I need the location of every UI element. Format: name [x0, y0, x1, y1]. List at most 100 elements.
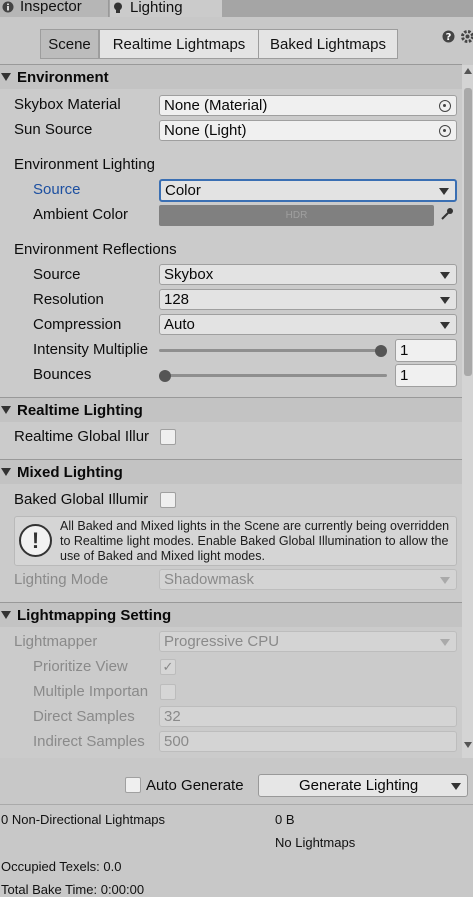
occupied-texels: Occupied Texels: 0.0 — [1, 859, 122, 874]
lightmapper-dropdown[interactable]: Progressive CPU — [159, 631, 457, 652]
scroll-up-icon[interactable] — [464, 68, 472, 74]
env-source-dropdown[interactable]: Color — [159, 179, 457, 202]
chevron-down-icon — [440, 322, 450, 329]
lighting-mode-value: Shadowmask — [164, 571, 255, 588]
intensity-label: Intensity Multiplie — [33, 341, 149, 358]
svg-text:?: ? — [446, 32, 452, 43]
sun-source-label: Sun Source — [14, 121, 93, 138]
direct-samples-input[interactable]: 32 — [159, 706, 457, 727]
info-icon — [2, 1, 14, 12]
checkmark-icon: ✓ — [162, 659, 174, 674]
ambient-color-label: Ambient Color — [33, 206, 129, 223]
section-realtime-lighting[interactable]: Realtime Lighting — [0, 397, 462, 422]
section-mixed-lighting[interactable]: Mixed Lighting — [0, 459, 462, 484]
indirect-samples-label: Indirect Samples — [33, 733, 145, 750]
tab-baked-label: Baked Lightmaps — [270, 35, 386, 53]
stats-lightmaps: 0 Non-Directional Lightmaps — [1, 812, 166, 827]
resolution-dropdown[interactable]: 128 — [159, 289, 457, 310]
section-lightmapping-label: Lightmapping Setting — [17, 606, 172, 624]
warning-icon: ! — [19, 524, 52, 557]
baked-gi-label: Baked Global Illumir — [14, 491, 149, 508]
footer-divider — [0, 804, 473, 805]
env-lighting-header: Environment Lighting — [14, 156, 155, 173]
indirect-samples-value: 500 — [164, 733, 190, 750]
lightbulb-icon — [114, 2, 122, 13]
refl-source-dropdown[interactable]: Skybox — [159, 264, 457, 285]
section-environment-label: Environment — [17, 68, 109, 86]
tab-scene-label: Scene — [48, 35, 91, 53]
tab-baked-lightmaps[interactable]: Baked Lightmaps — [258, 29, 398, 59]
section-environment[interactable]: Environment — [0, 64, 462, 89]
indirect-samples-input[interactable]: 500 — [159, 731, 457, 752]
info-helpbox: ! All Baked and Mixed lights in the Scen… — [14, 516, 457, 566]
section-lightmapping-settings[interactable]: Lightmapping Setting — [0, 602, 462, 627]
compression-dropdown[interactable]: Auto — [159, 314, 457, 335]
total-bake-time: Total Bake Time: 0:00:00 — [1, 882, 145, 897]
foldout-icon — [1, 468, 11, 476]
scrollbar-thumb[interactable] — [464, 88, 472, 376]
tab-inspector-label: Inspector — [20, 0, 82, 15]
object-picker-icon[interactable] — [439, 125, 451, 137]
multiple-importance-checkbox[interactable] — [160, 684, 176, 700]
generate-lighting-label: Generate Lighting — [299, 777, 419, 794]
sun-source-field[interactable]: None (Light) — [159, 120, 457, 141]
gear-icon[interactable] — [460, 29, 473, 44]
env-reflections-header: Environment Reflections — [14, 241, 177, 258]
ambient-hdr-label: HDR — [285, 210, 308, 221]
ambient-color-swatch[interactable]: HDR — [159, 205, 434, 226]
env-source-label: Source — [33, 181, 81, 198]
help-icon[interactable]: ? — [442, 30, 455, 43]
eyedropper-icon[interactable] — [440, 207, 454, 221]
resolution-label: Resolution — [33, 291, 104, 308]
lightmapper-value: Progressive CPU — [164, 633, 280, 650]
auto-generate-checkbox[interactable] — [125, 777, 141, 793]
compression-value: Auto — [164, 316, 195, 333]
refl-source-label: Source — [33, 266, 81, 283]
tab-scene[interactable]: Scene — [40, 29, 99, 59]
direct-samples-label: Direct Samples — [33, 708, 135, 725]
object-picker-icon[interactable] — [439, 100, 451, 112]
foldout-icon — [1, 611, 11, 619]
sun-source-value: None (Light) — [164, 122, 247, 139]
intensity-slider-track[interactable] — [159, 349, 387, 352]
chevron-down-icon — [440, 297, 450, 304]
foldout-icon — [1, 406, 11, 414]
section-mixed-label: Mixed Lighting — [17, 463, 123, 481]
skybox-field[interactable]: None (Material) — [159, 95, 457, 116]
tab-realtime-lightmaps[interactable]: Realtime Lightmaps — [99, 29, 259, 59]
prioritize-view-label: Prioritize View — [33, 658, 128, 675]
bounces-label: Bounces — [33, 366, 92, 383]
tab-lighting-label: Lighting — [130, 0, 183, 16]
env-source-value: Color — [165, 182, 201, 199]
chevron-down-icon — [439, 188, 449, 195]
lighting-mode-dropdown[interactable]: Shadowmask — [159, 569, 457, 590]
info-text: All Baked and Mixed lights in the Scene … — [60, 519, 450, 563]
chevron-down-icon — [440, 577, 450, 584]
tab-inspector[interactable]: Inspector — [0, 0, 109, 17]
baked-gi-checkbox[interactable] — [160, 492, 176, 508]
skybox-label: Skybox Material — [14, 96, 121, 113]
chevron-down-icon — [440, 639, 450, 646]
chevron-down-icon[interactable] — [451, 783, 461, 790]
intensity-value: 1 — [400, 342, 409, 359]
bounces-input[interactable]: 1 — [395, 364, 457, 387]
tab-realtime-label: Realtime Lightmaps — [112, 35, 246, 53]
scroll-down-icon[interactable] — [464, 742, 472, 748]
foldout-icon — [1, 73, 11, 81]
bounces-slider-handle[interactable] — [159, 370, 171, 382]
tab-lighting[interactable]: Lighting — [110, 0, 222, 17]
generate-lighting-button[interactable]: Generate Lighting — [258, 774, 468, 797]
bounces-slider-track[interactable] — [159, 374, 387, 377]
refl-source-value: Skybox — [164, 266, 214, 283]
chevron-down-icon — [440, 272, 450, 279]
intensity-slider-handle[interactable] — [375, 345, 387, 357]
realtime-gi-label: Realtime Global Illur — [14, 428, 150, 445]
prioritize-view-checkbox[interactable]: ✓ — [160, 659, 176, 675]
stats-size: 0 B — [275, 812, 295, 827]
skybox-value: None (Material) — [164, 97, 268, 114]
auto-generate-label: Auto Generate — [146, 777, 244, 794]
intensity-input[interactable]: 1 — [395, 339, 457, 362]
direct-samples-value: 32 — [164, 708, 181, 725]
stats-no-lightmaps: No Lightmaps — [275, 835, 356, 850]
realtime-gi-checkbox[interactable] — [160, 429, 176, 445]
